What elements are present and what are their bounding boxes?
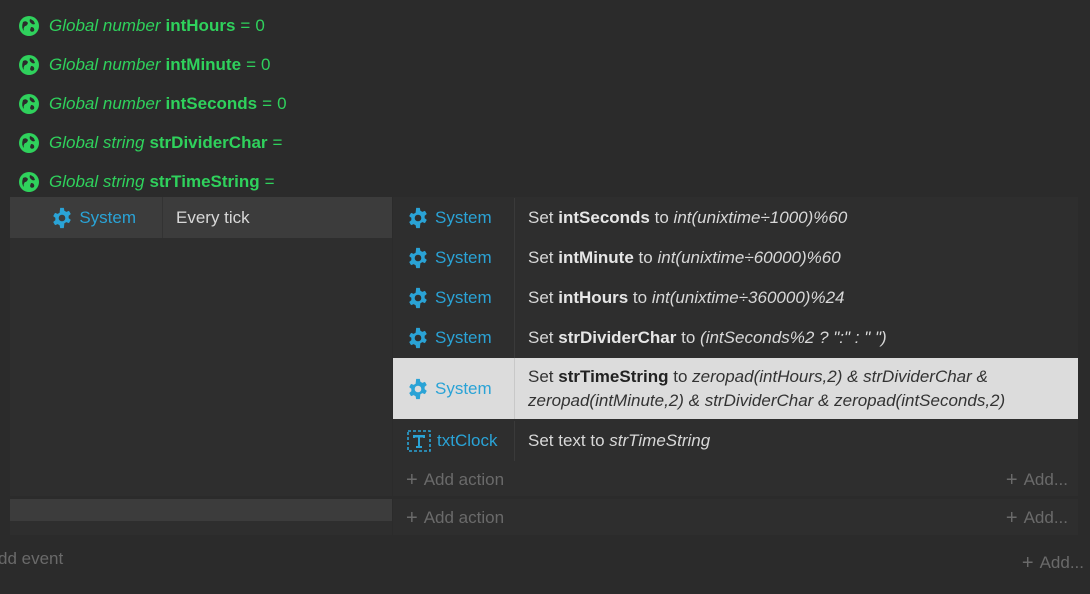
action-object-label: System	[435, 248, 492, 267]
global-var-value: 0	[255, 15, 265, 35]
global-var-name: intMinute	[165, 54, 242, 74]
global-var-type: Global number	[49, 15, 161, 35]
gear-icon	[409, 247, 427, 269]
plus-icon: +	[406, 506, 418, 529]
action-object[interactable]: System	[393, 358, 515, 419]
global-var-name: strTimeString	[149, 171, 260, 191]
plus-icon: +	[1005, 468, 1018, 491]
add-event-button[interactable]: dd event	[0, 549, 63, 569]
action-text: Set strTimeString to zeropad(intHours,2)…	[528, 366, 1006, 410]
sub-event-actions[interactable]: + Add action + Add...	[393, 499, 1078, 535]
action-object-label: txtClock	[437, 431, 498, 450]
globe-icon	[19, 171, 39, 192]
action-text: Set intMinute to int(unixtime÷60000)%60	[528, 248, 841, 267]
condition-object[interactable]: System	[10, 197, 163, 238]
gear-icon	[409, 287, 427, 309]
sub-event-block[interactable]: + Add action + Add...	[10, 499, 1078, 535]
action-row[interactable]: System Set intMinute to int(unixtime÷600…	[393, 238, 1078, 278]
global-var-name: strDividerChar	[149, 132, 268, 152]
global-var-value: 0	[261, 54, 271, 74]
sub-event-conditions[interactable]	[10, 499, 392, 535]
globe-icon	[19, 15, 39, 36]
global-var-intseconds[interactable]: Global number intSeconds = 0	[18, 84, 287, 123]
action-row[interactable]: System Set strDividerChar to (intSeconds…	[393, 318, 1078, 358]
global-var-equals: =	[262, 93, 273, 113]
global-var-equals: =	[264, 171, 275, 191]
global-var-value: 0	[277, 93, 287, 113]
globe-icon	[19, 93, 39, 114]
action-object[interactable]: System	[393, 318, 515, 358]
global-var-inthours[interactable]: Global number intHours = 0	[18, 6, 287, 45]
global-var-equals: =	[246, 54, 256, 74]
action-object[interactable]: System	[393, 198, 515, 238]
action-row[interactable]: txtClock Set text to strTimeString	[393, 421, 1078, 461]
action-text: Set intSeconds to int(unixtime÷1000)%60	[528, 208, 848, 227]
global-var-type: Global number	[49, 93, 161, 113]
event-block[interactable]: System Every tick System Set intSeconds …	[10, 197, 1078, 496]
global-var-strdividerchar[interactable]: Global string strDividerChar =	[18, 123, 287, 162]
globe-icon	[19, 54, 39, 75]
add-action-button[interactable]: + Add action	[406, 468, 504, 491]
gear-icon	[409, 378, 427, 399]
action-row-selected[interactable]: System Set strTimeString to zeropad(intH…	[393, 358, 1078, 419]
add-action-row: + Add action + Add...	[393, 499, 1078, 535]
conditions-pane[interactable]: System Every tick	[10, 197, 392, 496]
global-var-type: Global number	[49, 54, 161, 74]
globe-icon	[19, 132, 39, 153]
gear-icon	[409, 327, 427, 349]
action-text: Set intHours to int(unixtime÷360000)%24	[528, 288, 845, 307]
global-var-strtimestring[interactable]: Global string strTimeString =	[18, 162, 287, 201]
global-var-equals: =	[240, 15, 251, 35]
global-variables: Global number intHours = 0 Global number…	[18, 6, 287, 201]
plus-icon: +	[1005, 506, 1018, 529]
plus-icon: +	[406, 468, 418, 491]
global-var-type: Global string	[49, 171, 145, 191]
action-row[interactable]: System Set intHours to int(unixtime÷3600…	[393, 278, 1078, 318]
global-var-equals: =	[272, 132, 283, 152]
add-action-row: + Add action + Add...	[393, 461, 1078, 497]
action-text: Set text to strTimeString	[528, 431, 711, 450]
condition-text: Every tick	[176, 207, 250, 227]
action-object[interactable]: txtClock	[393, 421, 515, 461]
add-more-button[interactable]: + Add...	[1006, 468, 1068, 491]
action-row[interactable]: System Set intSeconds to int(unixtime÷10…	[393, 198, 1078, 238]
add-action-button[interactable]: + Add action	[406, 506, 504, 529]
global-var-name: intHours	[165, 15, 236, 35]
action-object[interactable]: System	[393, 278, 515, 318]
action-object-label: System	[435, 378, 492, 398]
add-more-button[interactable]: + Add...	[1006, 506, 1068, 529]
action-object[interactable]: System	[393, 238, 515, 278]
action-object-label: System	[435, 208, 492, 227]
global-var-name: intSeconds	[165, 93, 258, 113]
condition-object-label: System	[79, 207, 136, 227]
action-object-label: System	[435, 288, 492, 307]
global-var-type: Global string	[49, 132, 145, 152]
condition-row[interactable]: System Every tick	[10, 197, 392, 238]
global-var-intminute[interactable]: Global number intMinute = 0	[18, 45, 287, 84]
actions-pane[interactable]: System Set intSeconds to int(unixtime÷10…	[393, 197, 1078, 496]
add-more-button[interactable]: + Add...	[1022, 551, 1084, 574]
action-text: Set strDividerChar to (intSeconds%2 ? ":…	[528, 328, 887, 347]
action-object-label: System	[435, 328, 492, 347]
plus-icon: +	[1021, 552, 1034, 574]
gear-icon	[409, 207, 427, 229]
sub-event-condition-bar	[10, 499, 392, 521]
text-object-icon	[407, 430, 431, 452]
gear-icon	[53, 207, 72, 228]
